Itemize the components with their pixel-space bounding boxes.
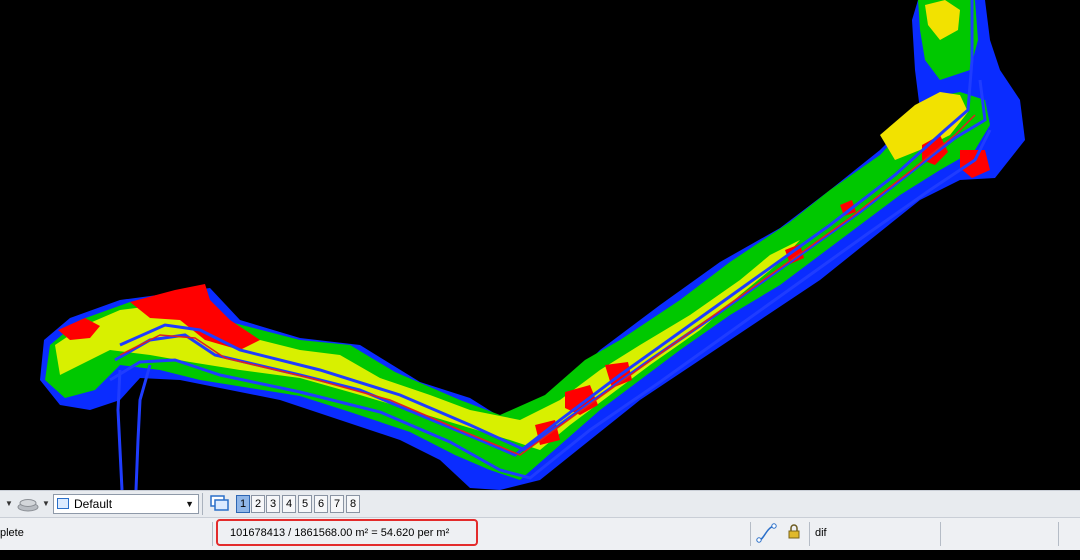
view-button-3[interactable]: 3 bbox=[266, 495, 280, 513]
status-divider bbox=[212, 522, 213, 546]
status-divider bbox=[940, 522, 941, 546]
view-style-icon bbox=[57, 498, 69, 509]
view-button-7[interactable]: 7 bbox=[330, 495, 344, 513]
padlock-icon bbox=[788, 524, 800, 539]
status-divider bbox=[1058, 522, 1059, 546]
lock-icon[interactable] bbox=[787, 518, 803, 550]
terrain-heatmap bbox=[0, 0, 1080, 490]
view-button-6[interactable]: 6 bbox=[314, 495, 328, 513]
toolbar-divider bbox=[202, 493, 203, 515]
graphics-viewport[interactable] bbox=[0, 0, 1080, 490]
active-level[interactable]: dif bbox=[815, 518, 827, 550]
ellipse-stack-icon bbox=[17, 499, 39, 512]
view-button-8[interactable]: 8 bbox=[346, 495, 360, 513]
style-select[interactable]: Default ▼ bbox=[53, 494, 199, 514]
style-select-value: Default bbox=[74, 497, 113, 511]
status-divider bbox=[750, 522, 751, 546]
curve-path-icon bbox=[756, 523, 777, 543]
windows-stack-icon bbox=[210, 495, 229, 511]
view-button-4[interactable]: 4 bbox=[282, 495, 296, 513]
chevron-down-icon[interactable]: ▼ bbox=[5, 494, 13, 514]
view-toolbar: ▼ ▼ Default ▼ 1 2 3 4 5 6 7 8 bbox=[0, 490, 1080, 517]
status-message: 101678413 / 1861568.00 m² = 54.620 per m… bbox=[230, 527, 450, 539]
chevron-down-icon[interactable]: ▼ bbox=[185, 495, 194, 513]
snap-curve-icon[interactable] bbox=[756, 518, 778, 550]
status-divider bbox=[809, 522, 810, 546]
view-button-5[interactable]: 5 bbox=[298, 495, 312, 513]
view-button-2[interactable]: 2 bbox=[251, 495, 265, 513]
level-display-icon[interactable] bbox=[16, 494, 40, 514]
status-left-text: plete bbox=[0, 527, 24, 539]
view-button-1[interactable]: 1 bbox=[236, 495, 250, 513]
view-windows-icon[interactable] bbox=[209, 494, 231, 514]
chevron-down-icon[interactable]: ▼ bbox=[42, 494, 50, 514]
status-bar: plete 101678413 / 1861568.00 m² = 54.620… bbox=[0, 517, 1080, 550]
